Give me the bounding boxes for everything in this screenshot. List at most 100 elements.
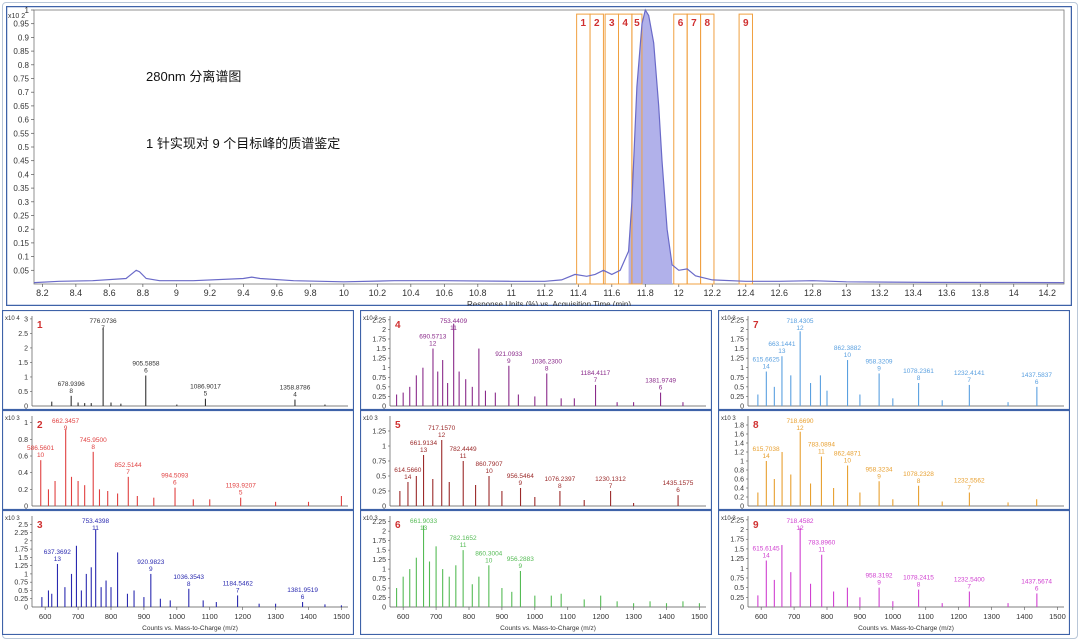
peak-charge-label: 8: [558, 483, 562, 490]
peak-charge-label: 14: [762, 364, 770, 371]
peak-mz-label: 776.0736: [90, 318, 117, 325]
x-tick-label: 9.6: [271, 288, 284, 298]
x-tick-label: 1200: [234, 612, 251, 621]
x-tick-label: 1300: [267, 612, 284, 621]
peak-mz-label: 782.4449: [450, 446, 477, 453]
x-tick-label: 1000: [884, 612, 901, 621]
peak-mz-label: 852.5144: [115, 462, 142, 469]
y-tick-label: 2.25: [14, 530, 28, 537]
y-tick-label: 2.25: [372, 317, 386, 324]
x-tick-label: 1400: [1016, 612, 1033, 621]
y-tick-label: 1.75: [372, 336, 386, 343]
peak-charge-label: 8: [917, 375, 921, 382]
peak-charge-label: 9: [149, 566, 153, 573]
peak-charge-label: 4: [293, 392, 297, 399]
window-label-3: 3: [609, 18, 615, 29]
x-tick-label: 1500: [1049, 612, 1066, 621]
peak-charge-label: 6: [659, 385, 663, 392]
peak-charge-label: 11: [450, 325, 457, 332]
peak-charge-label: 12: [796, 425, 804, 432]
peak-mz-label: 614.5660: [394, 467, 421, 474]
panel-label-1: 1: [37, 320, 43, 331]
y-tick-label: 0: [382, 605, 386, 612]
peak-charge-label: 8: [69, 388, 73, 395]
y-tick-label: 0.8: [734, 468, 744, 475]
y-tick-label: 2.25: [730, 317, 744, 324]
x-tick-label: 8.2: [36, 288, 49, 298]
y-tick-label: 0.85: [13, 47, 29, 56]
panel-label-8: 8: [753, 420, 759, 431]
ms-panel-6: x10 360.250.50.7511.251.51.7522.250600 70…: [360, 510, 712, 635]
peak-charge-label: 7: [101, 325, 105, 332]
y-tick-label: 0.5: [734, 384, 744, 391]
y-tick-label: 0.15: [13, 239, 29, 248]
peak-mz-label: 753.4409: [440, 318, 467, 325]
peak-mz-label: 956.2883: [507, 556, 534, 563]
peak-charge-label: 7: [126, 469, 130, 476]
window-label-7: 7: [691, 18, 697, 29]
panel-label-9: 9: [753, 520, 759, 531]
peak-charge-label: 10: [485, 468, 493, 475]
y-tick-label: 2.5: [18, 331, 28, 338]
y-tick-label: 2: [24, 538, 28, 545]
x-tick-label: 12.4: [737, 288, 755, 298]
x-tick-label: 1400: [300, 612, 317, 621]
y-tick-label: 1.5: [376, 346, 386, 353]
peak-mz-label: 862.3882: [834, 345, 861, 352]
x-tick-label: 13.4: [905, 288, 923, 298]
y-tick-label: 1.6: [734, 432, 744, 439]
panel-label-4: 4: [395, 320, 401, 331]
peak-mz-label: 860.3004: [475, 550, 502, 557]
peak-mz-label: 1078.2328: [903, 471, 934, 478]
ms-panel-2: x10 320.20.40.60.810586.560110662.345797…: [2, 410, 354, 510]
peak-mz-label: 637.3692: [44, 549, 71, 556]
y-tick-label: 1.75: [730, 537, 744, 544]
window-label-1: 1: [581, 18, 587, 29]
y-tick-label: 0.05: [13, 266, 29, 275]
peak-mz-label: 1232.4141: [954, 370, 985, 377]
panel-label-7: 7: [753, 320, 759, 331]
peak-charge-label: 6: [301, 594, 305, 601]
peak-mz-label: 1381.9749: [645, 378, 676, 385]
y-tick-label: 0: [740, 605, 744, 612]
y-tick-label: 0.6: [18, 454, 28, 461]
peak-label: 11.81: [649, 6, 671, 8]
x-tick-label: 12: [674, 288, 684, 298]
y-tick-label: 2.25: [730, 517, 744, 524]
peak-charge-label: 5: [239, 490, 243, 497]
y-tick-label: 0.75: [372, 375, 386, 382]
peak-mz-label: 783.8960: [808, 540, 835, 547]
x-tick-label: 9: [174, 288, 179, 298]
y-tick-label: 1.75: [14, 547, 28, 554]
y-tick-label: 1: [25, 6, 30, 15]
peak-mz-label: 1230.1312: [595, 476, 626, 483]
x-tick-label: 8.6: [103, 288, 116, 298]
x-tick-label: 9.4: [237, 288, 250, 298]
x-tick-label: 800: [821, 612, 834, 621]
peak-mz-label: 905.5858: [132, 361, 159, 368]
peak-charge-label: 12: [429, 341, 437, 348]
peak-mz-label: 753.4398: [82, 518, 109, 525]
y-tick-label: 1.25: [14, 563, 28, 570]
y-tick-label: 0.75: [730, 575, 744, 582]
peak-mz-label: 661.9033: [410, 518, 437, 525]
y-tick-label: 1: [24, 571, 28, 578]
y-tick-label: 0.75: [372, 459, 386, 466]
x-tick-label: 700: [72, 612, 85, 621]
window-label-2: 2: [594, 18, 600, 29]
peak-mz-label: 690.5713: [419, 334, 446, 341]
window-label-6: 6: [678, 18, 684, 29]
x-tick-label: 9.2: [204, 288, 217, 298]
peak-charge-label: 8: [187, 581, 191, 588]
peak-mz-label: 862.4871: [834, 451, 861, 458]
peak-charge-label: 7: [967, 485, 971, 492]
peak-mz-label: 717.1570: [428, 425, 455, 432]
x-tick-label: 14: [1009, 288, 1019, 298]
peak-charge-label: 12: [796, 525, 804, 532]
peak-mz-label: 956.5464: [507, 473, 534, 480]
peak-mz-label: 1184.5462: [223, 580, 254, 587]
y-tick-label: 0.25: [730, 394, 744, 401]
y-tick-label: 0.5: [376, 586, 386, 593]
peak-charge-label: 9: [877, 580, 881, 587]
x-tick-label: 700: [430, 612, 443, 621]
